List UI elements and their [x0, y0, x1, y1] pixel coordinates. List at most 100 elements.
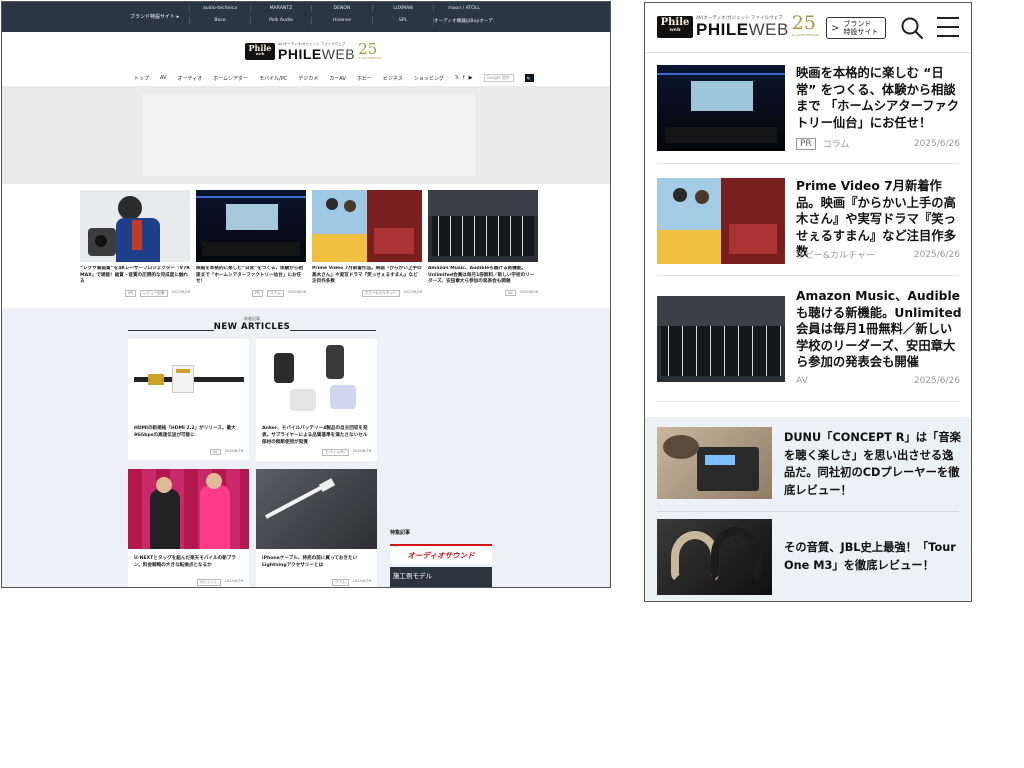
brand-link[interactable]: DENON — [311, 5, 372, 12]
nav-item-shopping[interactable]: ショッピング — [414, 75, 444, 82]
search-icon[interactable] — [900, 16, 924, 40]
article-title: U-NEXTとタッグを組んだ楽天モバイルの新プラン。料金戦略の大きな転換点となる… — [134, 556, 236, 568]
hamburger-menu-icon[interactable] — [937, 17, 959, 37]
nav-item-audio[interactable]: オーディオ — [178, 75, 203, 82]
feature-card[interactable]: Amazon Music、Audibleも聴ける新機能。Unlimited会員は… — [428, 190, 538, 297]
list-item[interactable]: Amazon Music、Audibleも聴ける新機能。Unlimited会員は… — [657, 276, 962, 402]
nav-item-av[interactable]: AV — [160, 75, 167, 81]
list-item[interactable]: DUNU「CONCEPT R」は「音楽を聴く楽しさ」を思い出させる逸品だ。同社初… — [657, 427, 961, 501]
brand-link[interactable]: MARANTZ — [250, 5, 311, 12]
article-image-theater — [657, 65, 785, 151]
x-icon[interactable]: 𝕏 — [455, 75, 459, 81]
list-item[interactable]: Prime Video 7月新着作品。映画『からかい上手の高木さん』や実写ドラマ… — [657, 164, 960, 276]
brand-link[interactable]: Polk Audio — [250, 17, 311, 25]
tag-badge[interactable]: PR — [125, 290, 136, 297]
article-meta: PR コラム 2025/6/26 — [796, 137, 960, 150]
article-image-rakuten-unext — [128, 469, 249, 549]
article-card[interactable]: U-NEXTとタッグを組んだ楽天モバイルの新プラン。料金戦略の大きな転換点となる… — [128, 469, 249, 587]
feature-image-amazonmusic — [428, 190, 538, 262]
logo-badge: Phile web — [657, 15, 693, 38]
brand-link[interactable]: Bose — [189, 17, 250, 25]
sns-links: 𝕏 f ▶ — [455, 75, 473, 81]
special-banner-construction[interactable]: 施工例モデル — [390, 567, 492, 587]
tag-badge[interactable]: ホビー&カルチャー — [362, 290, 400, 297]
date: 2025/6/26 — [224, 449, 243, 453]
feature-meta: PR レビュー記事 2025/6/26 — [80, 290, 190, 297]
logo-wordmark: PHILEWEB — [278, 47, 355, 61]
tag-badge[interactable]: AV — [209, 449, 221, 455]
special-banner-text: オーディオサウンド — [407, 550, 475, 560]
brand-topbar: ブランド特設サイト ▸ audio-technica MARANTZ DENON… — [2, 2, 610, 32]
nav-item-mobile-pc[interactable]: モバイル/PC — [259, 75, 287, 82]
article-title: iPhoneケーブル、将売の前に買っておきたいLightningアクセサリーとは — [262, 556, 358, 568]
special-banner-audio[interactable]: オーディオサウンド — [390, 544, 492, 564]
nav-item-top[interactable]: トップ — [134, 75, 149, 82]
article-meta: AV 2025/6/26 — [796, 376, 960, 386]
article-image-hdmi-cable — [128, 339, 249, 419]
main-nav: トップ AV オーディオ ホームシアター モバイル/PC デジカメ カーAV ホ… — [134, 74, 534, 82]
brand-link[interactable]: オーディオ機器はBuyオーディオベスト — [433, 17, 494, 25]
feature-card[interactable]: “レグザ高画質”を4Kレーザープロジェクター「V7R MAX」で堪能！画質・音質… — [80, 190, 190, 297]
date: 2025/6/26 — [287, 290, 306, 294]
logo-word-light: WEB — [748, 20, 789, 39]
article-image-cd-player — [657, 427, 772, 499]
site-logo[interactable]: Phile web AV/オーディオ/ガジェット ファイルウェブ PHILEWE… — [657, 13, 819, 38]
article-image-amazonmusic — [657, 296, 785, 382]
date: 2025/6/26 — [913, 138, 960, 149]
article-card[interactable]: HDMIの新規格「HDMI 2.2」がリリース。最大96Gbpsの高速伝送が可能… — [128, 339, 249, 460]
category[interactable]: ホビー&カルチャー — [796, 248, 875, 261]
date: 2025/6/26 — [352, 579, 371, 583]
divider — [657, 511, 959, 512]
search-button[interactable]: 🔍 — [524, 74, 534, 82]
date: 2025/6/26 — [224, 579, 243, 583]
tag-badge[interactable]: AV — [504, 290, 516, 296]
list-item[interactable]: その音質、JBL史上最強！「Tour One M3」を徹底レビュー！ — [657, 519, 959, 597]
logo-area: Phile web AV/オーディオ/ガジェット ファイルウェブ PHILEWE… — [2, 32, 610, 70]
logo-wordmark: PHILEWEB — [696, 21, 789, 38]
feature-card[interactable]: Prime Video 7月新着作品。映画『からかい上手の高木さん』や実写ドラマ… — [312, 190, 422, 297]
article-image-anker-batteries — [256, 339, 377, 419]
brand-sites-button[interactable]: > ブランド 特設サイト — [826, 17, 886, 39]
ad-slot[interactable] — [143, 94, 475, 176]
nav-item-hometheater[interactable]: ホームシアター — [213, 75, 248, 82]
feature-row: “レグザ高画質”を4Kレーザープロジェクター「V7R MAX」で堪能！画質・音質… — [80, 190, 540, 297]
article-title: HDMIの新規格「HDMI 2.2」がリリース。最大96Gbpsの高速伝送が可能… — [134, 426, 236, 438]
article-image-primevideo — [657, 178, 785, 264]
tag-badge[interactable]: PR — [252, 290, 263, 297]
logo-word-bold: PHILE — [696, 20, 749, 39]
brand-link[interactable]: moon / ATOLL — [433, 5, 494, 12]
tag-badge[interactable]: コラム — [331, 579, 349, 586]
article-meta: コラム 2025/6/26 — [256, 576, 377, 587]
heading-rule-left — [128, 330, 214, 331]
date: 2025/6/26 — [913, 249, 960, 260]
brand-link[interactable]: Hisense — [311, 17, 372, 25]
brand-sites-link[interactable]: ブランド特設サイト ▸ — [130, 13, 179, 20]
youtube-icon[interactable]: ▶ — [469, 75, 473, 81]
facebook-icon[interactable]: f — [463, 75, 465, 81]
category[interactable]: AV — [796, 376, 808, 386]
article-title: その音質、JBL史上最強！「Tour One M3」を徹底レビュー！ — [784, 541, 956, 572]
nav-item-business[interactable]: ビジネス — [383, 75, 403, 82]
brand-link[interactable]: SPL — [372, 17, 433, 25]
mobile-page: Phile web AV/オーディオ/ガジェット ファイルウェブ PHILEWE… — [644, 2, 972, 602]
list-item[interactable]: 映画を本格的に楽しむ “日常” をつくる、体験から相談まで 「ホームシアターファ… — [657, 53, 960, 164]
google-search-input[interactable]: Google 提供 — [483, 74, 514, 82]
brand-link[interactable]: LUXMAN — [372, 5, 433, 12]
site-logo[interactable]: Phile web AV/オーディオ/ガジェット ファイルウェブ PHILEWE… — [245, 41, 382, 61]
nav-item-hobby[interactable]: ホビー — [357, 75, 372, 82]
brand-link[interactable]: audio-technica — [189, 5, 250, 12]
nav-item-car-av[interactable]: カーAV — [329, 75, 346, 82]
article-card[interactable]: iPhoneケーブル、将売の前に買っておきたいLightningアクセサリーとは… — [256, 469, 377, 587]
article-title: 映画を本格的に楽しむ “日常” をつくる、体験から相談まで 「ホームシアターファ… — [796, 66, 960, 130]
tag-badge[interactable]: レビュー記事 — [140, 290, 168, 297]
date: 2025/6/26 — [171, 290, 190, 294]
tag-badge[interactable]: ガジェット — [196, 579, 221, 586]
tag-badge[interactable]: モバイル/PC — [322, 449, 349, 456]
logo-word-light: WEB — [321, 46, 356, 62]
category[interactable]: コラム — [823, 137, 850, 150]
tag-badge[interactable]: コラム — [266, 290, 284, 297]
anniversary-sub: th ANNIVERSARY — [358, 56, 382, 60]
nav-item-camera[interactable]: デジカメ — [298, 75, 318, 82]
article-card[interactable]: Anker、モバイルバッテリー4製品の自主回収を発表。サプライヤーによる品質基準… — [256, 339, 377, 461]
feature-card[interactable]: 映画を本格的に楽しむ“日常”をつくる、体験から相談まで「ホームシアターファクトリ… — [196, 190, 306, 297]
